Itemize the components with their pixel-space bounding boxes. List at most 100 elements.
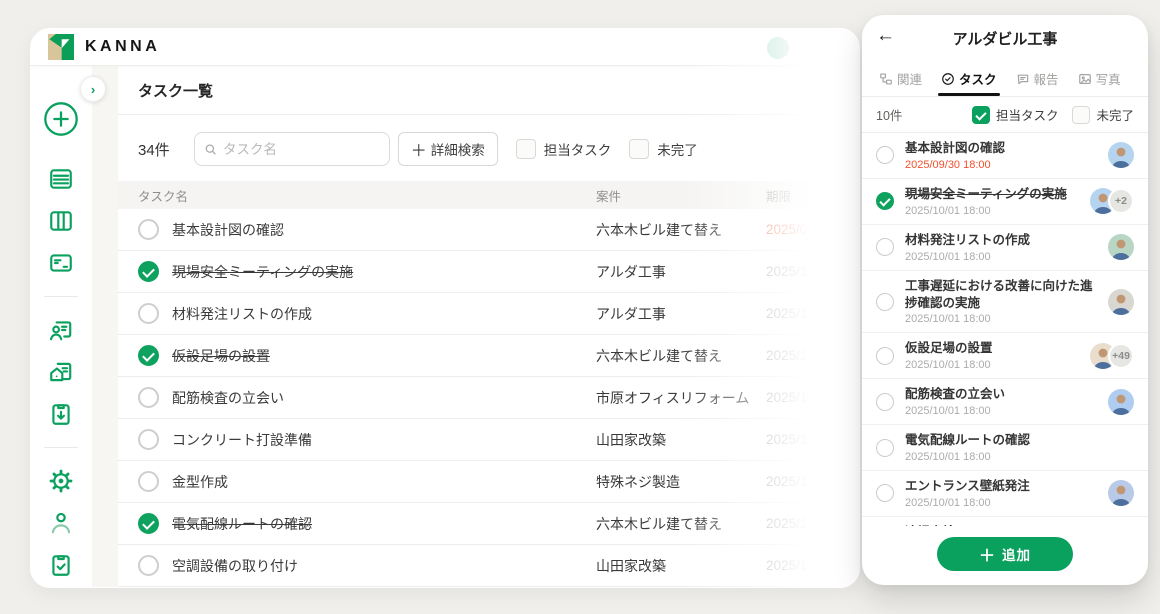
sidebar-expand-button[interactable]: › — [80, 76, 106, 102]
project-document-icon[interactable] — [48, 359, 74, 385]
tab-photo[interactable]: 写真 — [1078, 61, 1121, 96]
row-check[interactable] — [876, 192, 894, 210]
phone-task-row[interactable]: エントランス壁紙発注 2025/10/01 18:00 — [862, 471, 1148, 517]
row-check[interactable] — [876, 484, 894, 502]
kanna-logo-icon — [48, 34, 74, 60]
table-row[interactable]: 材料発注リストの作成 アルダ工事 2025/10/01 18:00 — [118, 293, 860, 335]
row-check[interactable] — [138, 513, 159, 534]
person-avatar-icon — [1108, 234, 1134, 260]
plus-icon: ＋ — [411, 137, 427, 161]
sidebar-divider — [44, 447, 78, 448]
deadline: 2025/10/01 18:00 — [766, 432, 860, 447]
phone-task-row[interactable]: 基本設計図の確認 2025/09/30 18:00 — [862, 133, 1148, 179]
avatar-extra-badge: +2 — [1108, 188, 1134, 214]
case-name: 六本木ビル建て替え — [596, 220, 766, 240]
row-check[interactable] — [876, 347, 894, 365]
back-arrow-icon[interactable]: ← — [876, 26, 895, 45]
app-header: KANNA — [30, 28, 860, 66]
tab-task[interactable]: タスク — [941, 61, 997, 96]
phone-task-row[interactable]: 清掃点検 2025/10/01 18:00 — [862, 517, 1148, 526]
tab-report[interactable]: 報告 — [1016, 61, 1059, 96]
row-check[interactable] — [138, 261, 159, 282]
row-check[interactable] — [138, 219, 159, 240]
task-name: 仮設足場の設置 — [172, 346, 270, 366]
plus-icon: ＋ — [979, 542, 996, 566]
case-name: 市原オフィスリフォーム — [596, 388, 766, 408]
table-row[interactable]: 電気配線ルートの確認 六本木ビル建て替え 2025/10/01 18:00 — [118, 503, 860, 545]
task-name: 金型作成 — [172, 472, 228, 492]
filter-assigned-tasks[interactable]: 担当タスク — [516, 139, 612, 159]
task-title: エントランス壁紙発注 — [905, 478, 1100, 495]
deadline: 2025/09/30 18:00 — [766, 222, 860, 237]
table-row[interactable]: 金型作成 特殊ネジ製造 2025/10/01 18:00 — [118, 461, 860, 503]
task-datetime: 2025/10/01 18:00 — [905, 205, 1082, 217]
task-datetime: 2025/09/30 18:00 — [905, 159, 1100, 171]
case-name: 六本木ビル建て替え — [596, 346, 766, 366]
phone-panel: ← アルダビル工事 詳細 関連 タスク 報告 — [862, 15, 1148, 585]
row-check[interactable] — [876, 238, 894, 256]
search-input[interactable] — [223, 142, 380, 157]
table-row[interactable]: 配筋検査の立会い 市原オフィスリフォーム 2025/10/01 18:00 — [118, 377, 860, 419]
task-clipboard-icon[interactable] — [48, 552, 74, 578]
phone-task-row[interactable]: 現場安全ミーティングの実施 2025/10/01 18:00 +2 — [862, 179, 1148, 225]
row-check[interactable] — [138, 429, 159, 450]
board-view-icon[interactable] — [48, 208, 74, 234]
row-check[interactable] — [138, 303, 159, 324]
page-header: タスク一覧 — [118, 66, 860, 115]
card-view-icon[interactable] — [48, 250, 74, 276]
table-row[interactable]: 空調設備の取り付け 山田家改築 2025/10/01 18:00 — [118, 545, 860, 587]
add-circle-icon[interactable] — [42, 100, 80, 138]
row-check[interactable] — [138, 345, 159, 366]
table-row[interactable]: 基本設計図の確認 六本木ビル建て替え 2025/09/30 18:00 — [118, 209, 860, 251]
user-avatar[interactable] — [767, 37, 789, 59]
table-header: タスク名 案件 期限 — [118, 181, 860, 209]
client-document-icon[interactable] — [48, 317, 74, 343]
filter-incomplete[interactable]: 未完了 — [1072, 105, 1134, 124]
phone-task-row[interactable]: 工事遅延における改善に向けた進捗確認の実施 2025/10/01 18:00 — [862, 271, 1148, 334]
filter-incomplete[interactable]: 未完了 — [629, 139, 698, 159]
row-check[interactable] — [876, 393, 894, 411]
detail-search-button[interactable]: ＋ 詳細検索 — [398, 132, 498, 166]
checkbox[interactable] — [1072, 106, 1090, 124]
inbox-clipboard-icon[interactable] — [48, 401, 74, 427]
brand-wordmark: KANNA — [85, 38, 160, 56]
add-task-button[interactable]: ＋ 追加 — [937, 537, 1073, 571]
deadline: 2025/10/01 18:00 — [766, 516, 860, 531]
deadline: 2025/10/01 18:00 — [766, 348, 860, 363]
search-icon — [204, 142, 217, 157]
phone-task-row[interactable]: 配筋検査の立会い 2025/10/01 18:00 — [862, 379, 1148, 425]
table-row[interactable]: コンクリート打設準備 山田家改築 2025/10/01 18:00 — [118, 419, 860, 461]
row-check[interactable] — [138, 387, 159, 408]
checkbox[interactable] — [629, 139, 649, 159]
column-header-case: 案件 — [596, 186, 766, 205]
tab-relation[interactable]: 関連 — [879, 61, 922, 96]
phone-task-list: 基本設計図の確認 2025/09/30 18:00 現場安全ミーティングの実施 … — [862, 133, 1148, 526]
row-check[interactable] — [876, 146, 894, 164]
table-row[interactable]: 仮設足場の設置 六本木ビル建て替え 2025/10/01 18:00 — [118, 335, 860, 377]
settings-gear-icon[interactable] — [48, 468, 74, 494]
phone-task-row[interactable]: 仮設足場の設置 2025/10/01 18:00 +49 — [862, 333, 1148, 379]
phone-footer: ＋ 追加 — [862, 526, 1148, 585]
task-datetime: 2025/10/01 18:00 — [905, 359, 1082, 371]
photo-icon — [1078, 72, 1092, 86]
list-view-icon[interactable] — [48, 166, 74, 192]
profile-person-icon[interactable] — [48, 510, 74, 536]
row-check[interactable] — [876, 439, 894, 457]
row-check[interactable] — [876, 293, 894, 311]
task-datetime: 2025/10/01 18:00 — [905, 251, 1100, 263]
filter-assigned-tasks[interactable]: 担当タスク — [972, 105, 1059, 124]
deadline: 2025/10/01 18:00 — [766, 558, 860, 573]
checkbox[interactable] — [516, 139, 536, 159]
phone-task-row[interactable]: 材料発注リストの作成 2025/10/01 18:00 — [862, 225, 1148, 271]
phone-task-row[interactable]: 電気配線ルートの確認 2025/10/01 18:00 — [862, 425, 1148, 471]
task-name: 材料発注リストの作成 — [172, 304, 312, 324]
avatar-group — [1108, 480, 1134, 506]
checkbox-checked[interactable] — [972, 106, 990, 124]
page-title: タスク一覧 — [138, 80, 213, 101]
search-box[interactable] — [194, 132, 390, 166]
task-count: 34件 — [138, 139, 170, 160]
table-row[interactable]: 現場安全ミーティングの実施 アルダ工事 2025/10/01 18:00 — [118, 251, 860, 293]
case-title: アルダビル工事 — [953, 28, 1058, 49]
row-check[interactable] — [138, 471, 159, 492]
row-check[interactable] — [138, 555, 159, 576]
